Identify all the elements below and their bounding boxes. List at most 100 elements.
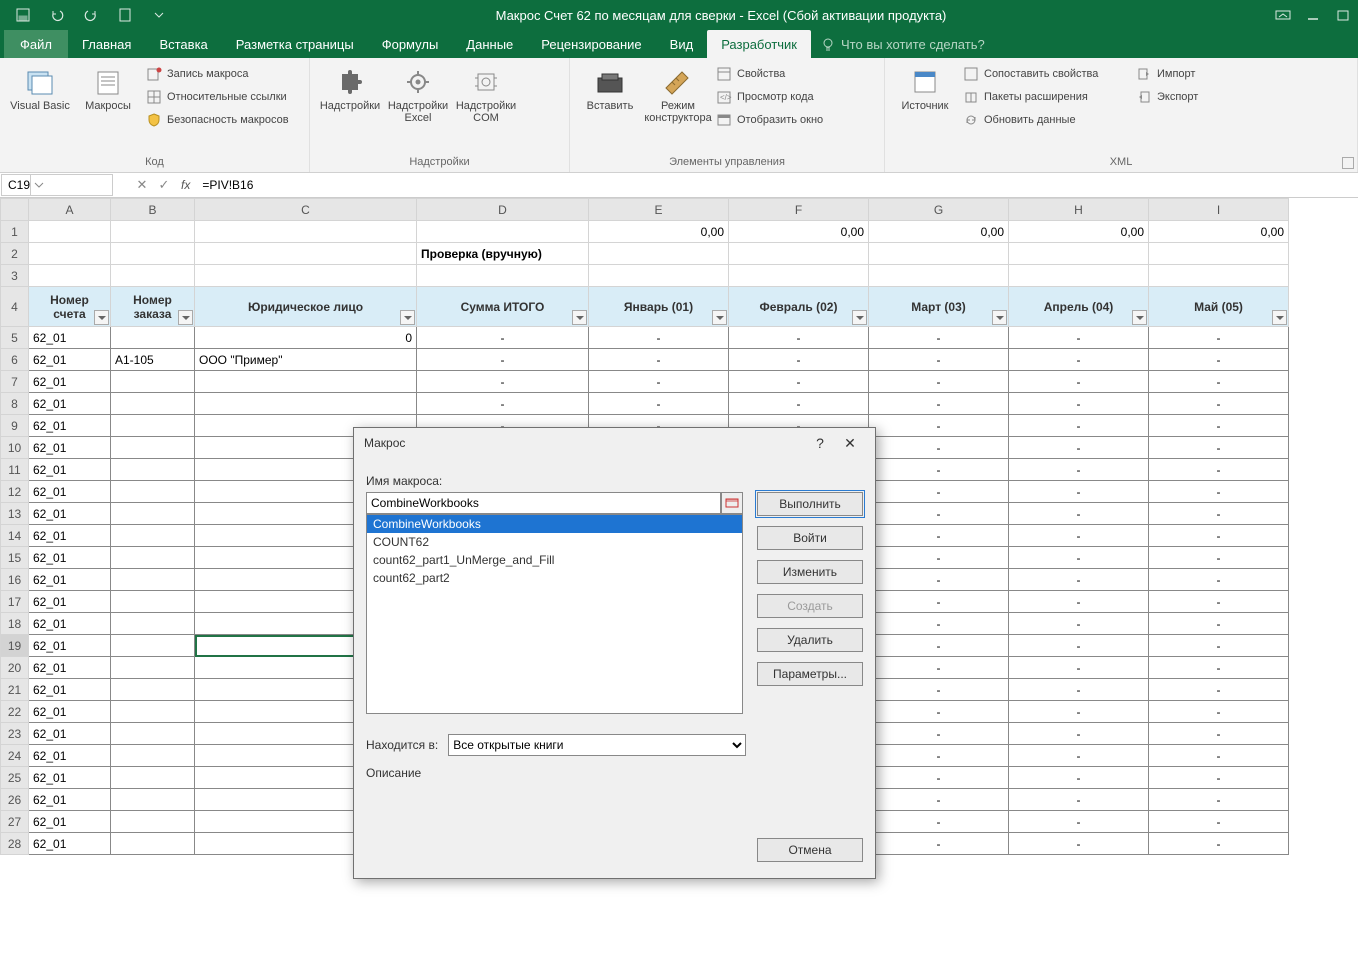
run-button[interactable]: Выполнить [757, 492, 863, 516]
cell[interactable]: - [1009, 745, 1149, 767]
cell[interactable]: - [1149, 789, 1289, 811]
row-28[interactable]: 28 [1, 833, 29, 855]
col-E[interactable]: E [589, 199, 729, 221]
col-C[interactable]: C [195, 199, 417, 221]
addins-button[interactable]: Надстройки [320, 62, 380, 112]
cell[interactable]: 62_01 [29, 525, 111, 547]
tab-developer[interactable]: Разработчик [707, 30, 811, 58]
row-21[interactable]: 21 [1, 679, 29, 701]
cell[interactable] [111, 371, 195, 393]
cell[interactable]: - [1149, 745, 1289, 767]
col-H[interactable]: H [1009, 199, 1149, 221]
cell[interactable] [111, 591, 195, 613]
tab-review[interactable]: Рецензирование [527, 30, 655, 58]
qat-undo-icon[interactable] [42, 0, 72, 30]
cell[interactable]: 62_01 [29, 415, 111, 437]
cell[interactable]: - [589, 327, 729, 349]
cell[interactable]: - [1149, 723, 1289, 745]
cell[interactable]: - [869, 327, 1009, 349]
minimize-icon[interactable] [1298, 0, 1328, 30]
macros-button[interactable]: Макросы [78, 62, 138, 112]
cell[interactable]: - [1149, 569, 1289, 591]
cell[interactable]: - [729, 349, 869, 371]
hdr-jan[interactable]: Январь (01) [589, 287, 729, 327]
cell[interactable]: - [1009, 701, 1149, 723]
row-15[interactable]: 15 [1, 547, 29, 569]
list-item[interactable]: count62_part2 [367, 569, 742, 587]
cell[interactable]: - [1009, 591, 1149, 613]
col-A[interactable]: A [29, 199, 111, 221]
row-23[interactable]: 23 [1, 723, 29, 745]
cell[interactable]: - [1009, 657, 1149, 679]
cell[interactable]: 62_01 [29, 371, 111, 393]
hdr-total[interactable]: Сумма ИТОГО [417, 287, 589, 327]
row-17[interactable]: 17 [1, 591, 29, 613]
cell[interactable]: 62_01 [29, 613, 111, 635]
cell[interactable]: - [869, 371, 1009, 393]
row-9[interactable]: 9 [1, 415, 29, 437]
cell[interactable] [111, 833, 195, 855]
cell[interactable]: - [417, 371, 589, 393]
cell[interactable]: - [1009, 789, 1149, 811]
cell[interactable]: - [1149, 349, 1289, 371]
cell[interactable] [111, 481, 195, 503]
cell[interactable]: - [869, 459, 1009, 481]
list-item[interactable]: count62_part1_UnMerge_and_Fill [367, 551, 742, 569]
tab-view[interactable]: Вид [656, 30, 708, 58]
row-10[interactable]: 10 [1, 437, 29, 459]
cell[interactable]: 62_01 [29, 459, 111, 481]
cell[interactable]: - [1009, 635, 1149, 657]
cell[interactable]: - [1009, 459, 1149, 481]
cell[interactable]: - [869, 415, 1009, 437]
close-icon[interactable]: ✕ [835, 435, 865, 452]
row-26[interactable]: 26 [1, 789, 29, 811]
cell[interactable]: A1-105 [111, 349, 195, 371]
cancel-formula-icon[interactable]: ✕ [131, 174, 153, 196]
row-14[interactable]: 14 [1, 525, 29, 547]
record-macro-button[interactable]: Запись макроса [146, 64, 289, 84]
cell[interactable]: 62_01 [29, 833, 111, 855]
row-4[interactable]: 4 [1, 287, 29, 327]
cell[interactable] [111, 701, 195, 723]
cell[interactable]: - [869, 635, 1009, 657]
cell[interactable]: - [869, 481, 1009, 503]
qat-new-icon[interactable] [110, 0, 140, 30]
expansion-packs-button[interactable]: Пакеты расширения [963, 87, 1128, 107]
cell[interactable]: - [729, 393, 869, 415]
hdr-entity[interactable]: Юридическое лицо [195, 287, 417, 327]
cell[interactable]: - [1009, 833, 1149, 855]
xml-launcher-icon[interactable] [1342, 157, 1354, 169]
cell[interactable]: - [1149, 811, 1289, 833]
col-B[interactable]: B [111, 199, 195, 221]
excel-addins-button[interactable]: Надстройки Excel [388, 62, 448, 124]
row-3[interactable]: 3 [1, 265, 29, 287]
cell[interactable]: - [417, 327, 589, 349]
cell[interactable]: - [1009, 349, 1149, 371]
cell[interactable]: - [869, 547, 1009, 569]
xml-import-button[interactable]: Импорт [1136, 64, 1198, 84]
cell[interactable]: 62_01 [29, 349, 111, 371]
cell[interactable]: - [1149, 657, 1289, 679]
filter-icon[interactable] [1132, 310, 1147, 325]
ribbon-options-icon[interactable] [1268, 0, 1298, 30]
cell[interactable]: - [1009, 547, 1149, 569]
col-G[interactable]: G [869, 199, 1009, 221]
cell[interactable]: - [1009, 767, 1149, 789]
cell[interactable] [111, 459, 195, 481]
row-12[interactable]: 12 [1, 481, 29, 503]
refresh-data-button[interactable]: Обновить данные [963, 110, 1128, 130]
cell[interactable]: 62_01 [29, 811, 111, 833]
cell[interactable]: - [1009, 679, 1149, 701]
cell[interactable]: 0 [195, 327, 417, 349]
filter-icon[interactable] [572, 310, 587, 325]
view-code-button[interactable]: </>Просмотр кода [716, 87, 823, 107]
cell[interactable]: - [1149, 635, 1289, 657]
cell[interactable]: - [1149, 833, 1289, 855]
tab-layout[interactable]: Разметка страницы [222, 30, 368, 58]
cell[interactable] [111, 635, 195, 657]
cell[interactable]: - [1149, 459, 1289, 481]
cell[interactable]: - [869, 525, 1009, 547]
cell[interactable]: - [869, 767, 1009, 789]
location-select[interactable]: Все открытые книги [448, 734, 746, 756]
cell[interactable]: 62_01 [29, 789, 111, 811]
